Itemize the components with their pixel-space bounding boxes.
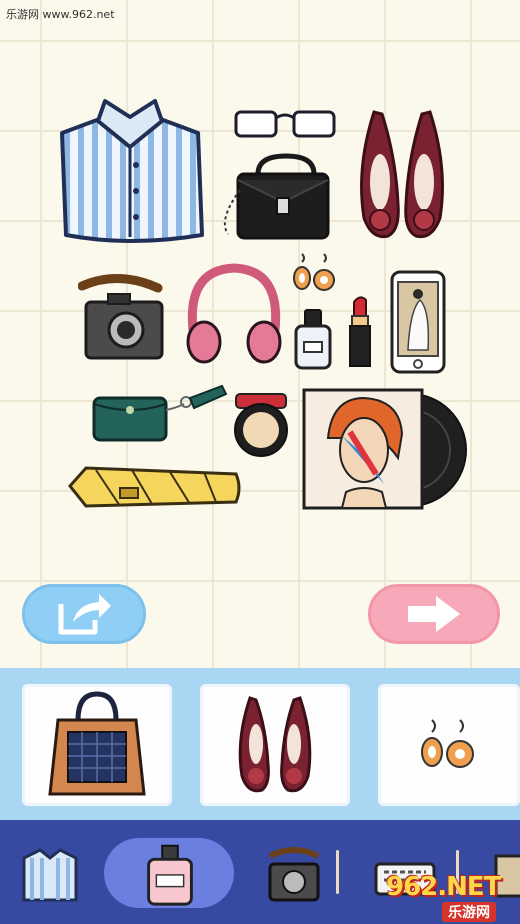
glasses-item[interactable] [232, 106, 338, 140]
site-logo: 962.NET 乐游网 [386, 872, 516, 922]
pink-headphones-item[interactable] [182, 262, 286, 368]
packing-board: 乐游网 www.962.net [0, 0, 520, 668]
tray-card-burgundy-flats[interactable] [200, 684, 350, 806]
earrings-icon [421, 719, 474, 768]
drop-earrings-item[interactable] [290, 252, 338, 294]
teal-wallet-item[interactable] [90, 380, 230, 444]
red-lipstick-item[interactable] [346, 294, 374, 368]
tray-card-drop-earrings[interactable] [378, 684, 520, 806]
burgundy-flats-item[interactable] [352, 108, 452, 243]
tab-divider [336, 850, 339, 894]
flats-icon [238, 696, 312, 793]
tote-bag-icon [48, 691, 146, 796]
compact-powder-item[interactable] [230, 386, 292, 458]
tray-card-tote-bag[interactable] [22, 684, 172, 806]
perfume-bottle-item[interactable] [292, 308, 334, 370]
logo-sub: 乐游网 [442, 902, 496, 922]
tab-camera[interactable] [264, 836, 324, 908]
black-handbag-item[interactable] [214, 150, 334, 242]
arrow-right-icon [408, 596, 460, 632]
smartphone-item[interactable] [390, 270, 446, 374]
tab-perfume[interactable] [140, 836, 200, 908]
watermark: 乐游网 www.962.net [6, 8, 115, 21]
logo-text: 962.NET [386, 872, 501, 902]
share-button[interactable] [22, 584, 146, 644]
striped-shirt-item[interactable] [50, 95, 210, 250]
tab-shirt[interactable] [18, 836, 82, 908]
vinyl-record-portrait-item[interactable] [302, 388, 468, 512]
yellow-umbrella-item[interactable] [66, 458, 244, 516]
share-icon [58, 594, 111, 635]
item-tray [0, 668, 520, 820]
next-button[interactable] [368, 584, 500, 644]
brown-camera-item[interactable] [78, 272, 170, 364]
